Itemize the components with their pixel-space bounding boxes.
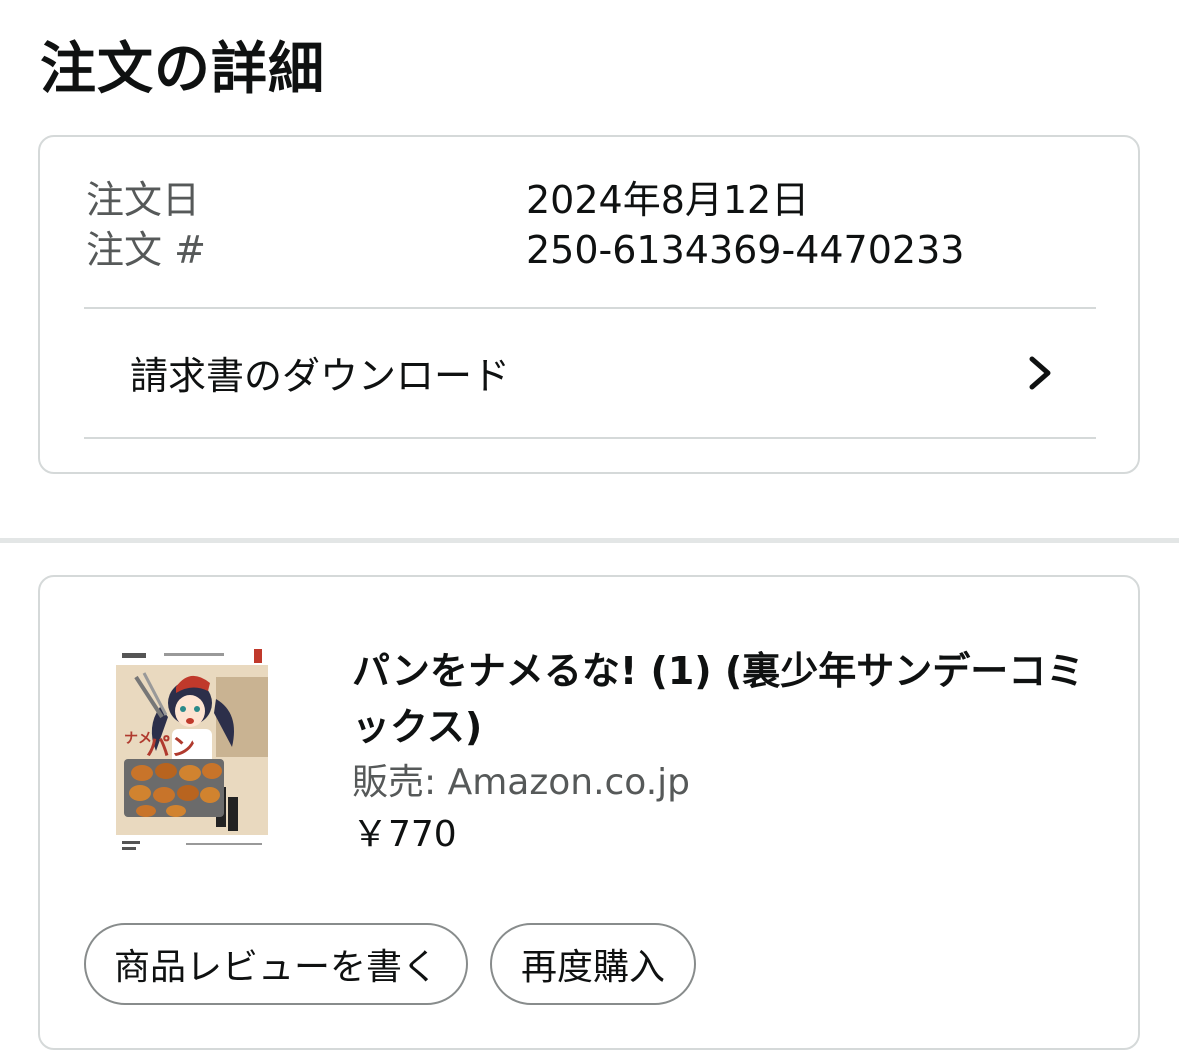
order-date-row: 注文日 2024年8月12日 <box>86 175 809 225</box>
order-item-card: パン ナメ パンをナメるな! (1) (裏少年サンデーコミックス) 販売: Am… <box>38 575 1140 1050</box>
order-number-label: 注文 # <box>86 228 206 272</box>
order-summary-card: 注文日 2024年8月12日 注文 # 250-6134369-4470233 … <box>38 135 1140 474</box>
book-cover-image[interactable]: パン ナメ <box>116 647 268 859</box>
section-separator <box>0 538 1179 543</box>
item-seller: 販売: Amazon.co.jp <box>352 762 690 803</box>
item-price: ￥770 <box>352 814 457 855</box>
order-number-row: 注文 # 250-6134369-4470233 <box>86 225 964 275</box>
svg-text:ナメ: ナメ <box>124 731 152 747</box>
order-date-label: 注文日 <box>86 178 201 222</box>
order-date-value: 2024年8月12日 <box>526 178 810 222</box>
write-review-button[interactable]: 商品レビューを書く <box>84 923 468 1005</box>
divider <box>84 437 1096 439</box>
download-invoice-link[interactable]: 請求書のダウンロード <box>84 309 1096 437</box>
item-title-link[interactable]: パンをナメるな! (1) (裏少年サンデーコミックス) <box>352 643 1112 755</box>
chevron-right-icon <box>1029 356 1051 390</box>
page-title: 注文の詳細 <box>40 37 325 102</box>
download-invoice-label: 請求書のダウンロード <box>130 354 511 398</box>
svg-text:パン: パン <box>146 733 195 761</box>
buy-again-button[interactable]: 再度購入 <box>490 923 696 1005</box>
order-number-value: 250-6134369-4470233 <box>526 228 965 272</box>
